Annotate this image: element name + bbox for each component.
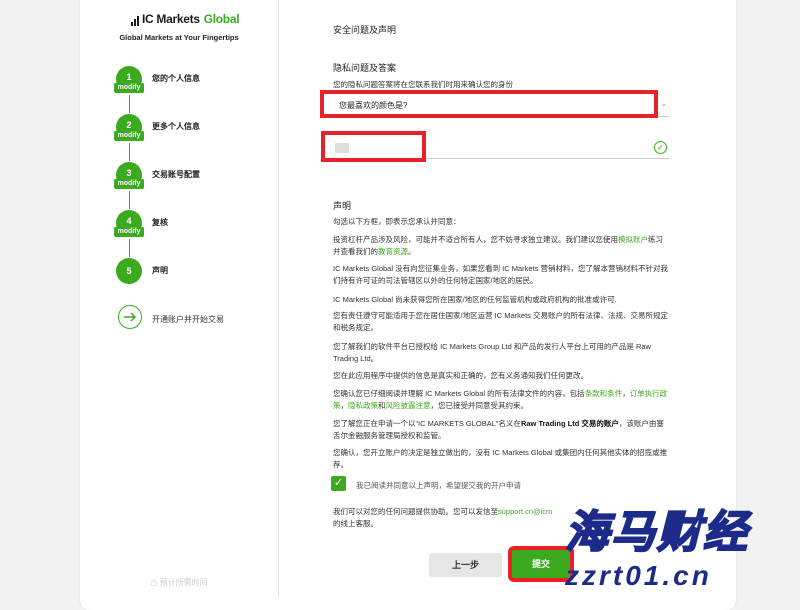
declaration-laws: 您有责任遵守可能适用于您在居住国家/地区运营 IC Markets 交易账户的所… <box>333 311 669 332</box>
step-account-config[interactable]: 3 modify 交易账号配置 <box>114 162 276 192</box>
modify-badge[interactable]: modify <box>114 83 144 93</box>
step-label: 声明 <box>152 266 168 275</box>
declaration-risk: 投资杠杆产品涉及风险，可能并不适合所有人，您不妨寻求独立建议。我们建议您使用模拟… <box>333 235 663 256</box>
step-label: 交易账号配置 <box>152 170 200 179</box>
declaration-platform: 您了解我们的软件平台已授权给 IC Markets Group Ltd 和产品的… <box>333 342 651 363</box>
logo-bars-icon <box>131 16 139 26</box>
agree-label: 我已阅读并同意以上声明，希望提交我的开户申请 <box>356 481 521 490</box>
highlight-box-answer <box>321 131 426 162</box>
demo-account-link[interactable]: 模拟账户 <box>618 235 648 244</box>
estimated-time-note: ◷ 预计所需时间 <box>150 578 208 587</box>
declaration-legal-docs: 您确认您已仔细阅读并理解 IC Markets Global 的所有法律文件的内… <box>333 389 668 410</box>
check-icon: ✓ <box>654 141 667 154</box>
step-declaration: 5 声明 <box>116 258 276 288</box>
declaration-account-entity: 您了解您正在申请一个以“IC MARKETS GLOBAL”名义在Raw Tra… <box>333 419 664 440</box>
watermark-url: zzrt01.cn <box>565 560 712 591</box>
step-connector <box>129 191 130 209</box>
step-more-info[interactable]: 2 modify 更多个人信息 <box>114 114 276 144</box>
declaration-approval: IC Markets Global 尚未获得您所在国家/地区的任何监管机构或政府… <box>333 295 617 304</box>
previous-button[interactable]: 上一步 <box>429 553 502 577</box>
highlight-box-question <box>320 90 658 118</box>
modify-badge[interactable]: modify <box>114 179 144 189</box>
privacy-title: 隐私问题及答案 <box>333 63 397 73</box>
risk-disclosure-link[interactable]: 风险披露注意 <box>386 401 431 410</box>
declaration-independent: 您确认，您开立账户的决定是独立做出的，没有 IC Markets Global … <box>333 448 668 469</box>
watermark-text: 海马财经 <box>564 507 749 558</box>
section-title: 安全问题及声明 <box>333 25 397 35</box>
step-review[interactable]: 4 modify 复核 <box>114 210 276 240</box>
terms-link[interactable]: 条款和条件 <box>585 389 623 398</box>
step-connector <box>129 143 130 161</box>
submit-button[interactable]: 提交 <box>508 546 574 582</box>
education-link[interactable]: 教育资源 <box>378 247 408 256</box>
arrow-right-icon <box>118 305 142 329</box>
chevron-down-icon: ⌄ <box>660 99 667 108</box>
modify-badge[interactable]: modify <box>114 131 144 141</box>
agree-checkbox[interactable]: ✓ <box>331 476 346 491</box>
declaration-info-true: 您在此应用程序中提供的信息是真实和正确的，您有义务通知我们任何更改。 <box>333 371 588 380</box>
step-connector <box>129 239 130 257</box>
ic-markets-logo: IC Markets Global <box>131 12 240 26</box>
open-account-label: 开通账户并开始交易 <box>152 315 224 324</box>
tagline: Global Markets at Your Fingertips <box>119 33 239 42</box>
modify-badge[interactable]: modify <box>114 227 144 237</box>
support-email-link[interactable]: support.cn@icm <box>498 507 552 516</box>
privacy-policy-link[interactable]: 隐私政策 <box>348 401 378 410</box>
step-label: 您的个人信息 <box>152 74 200 83</box>
clock-icon: ◷ <box>150 578 158 587</box>
privacy-desc: 您的隐私问题答案将在您联系我们时用来确认您的身份 <box>333 80 513 89</box>
step-personal-info[interactable]: 1 modify 您的个人信息 <box>114 66 276 96</box>
step-label: 更多个人信息 <box>152 122 200 131</box>
step-label: 复核 <box>152 218 168 227</box>
declaration-intro: 勾选以下方框，即表示您承认并同意： <box>333 217 461 226</box>
step-connector <box>129 95 130 113</box>
step-number: 5 <box>116 258 142 284</box>
declaration-title: 声明 <box>333 201 352 211</box>
declaration-marketing: IC Markets Global 没有向您征集业务，如果您看到 IC Mark… <box>333 264 669 285</box>
